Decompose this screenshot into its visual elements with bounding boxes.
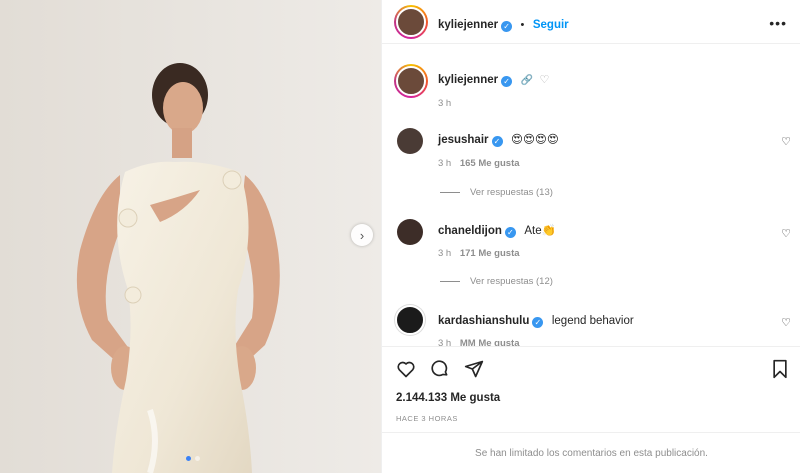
comment-like-count[interactable]: MM Me gusta <box>460 338 520 346</box>
carousel-next-button[interactable]: › <box>351 224 373 246</box>
post-media[interactable]: › <box>0 0 381 473</box>
comment-like-icon[interactable]: ♡ <box>781 227 791 240</box>
comment-like-icon[interactable]: ♡ <box>781 135 791 148</box>
carousel-indicator <box>186 456 200 461</box>
verified-icon: ✓ <box>532 317 544 328</box>
verified-icon: ✓ <box>504 227 516 238</box>
share-icon[interactable] <box>464 359 484 379</box>
heart-outline-icon[interactable]: ♡ <box>539 74 549 86</box>
post-sidebar: kyliejenner ✓ • Seguir ••• kyliejenner ✓ 🔗… <box>381 0 800 473</box>
comment-item: jesushair ✓ 😍😍😍😍 3 h 165 Me gusta ♡ Ver r… <box>382 123 800 203</box>
comment-text: legend behavior <box>551 315 634 327</box>
caption-avatar[interactable] <box>394 64 428 98</box>
comment-item: chaneldijon ✓ Ate👏 3 h 171 Me gusta ♡ Ver… <box>382 215 800 295</box>
caption-time: 3 h <box>438 98 452 109</box>
like-icon[interactable] <box>396 359 416 379</box>
comment-like-count[interactable]: 165 Me gusta <box>460 158 520 169</box>
link-icon: 🔗 <box>520 75 533 86</box>
author-avatar[interactable] <box>394 5 428 39</box>
comment-like-count[interactable]: 171 Me gusta <box>460 248 520 259</box>
comment-icon[interactable] <box>430 359 450 379</box>
carousel-dot <box>195 456 200 461</box>
post-timestamp[interactable]: HACE 3 HORAS <box>396 414 458 423</box>
carousel-dot-active <box>186 456 191 461</box>
chevron-right-icon: › <box>359 227 365 243</box>
comment-username[interactable]: chaneldijon <box>438 225 502 237</box>
verified-icon: ✓ <box>501 21 513 32</box>
commenter-avatar[interactable] <box>397 128 423 154</box>
comment-username[interactable]: kardashianshulu <box>438 315 529 327</box>
comment-time: 3 h <box>438 158 452 169</box>
post-header: kyliejenner ✓ • Seguir ••• <box>382 0 800 44</box>
like-count[interactable]: 2.144.133 Me gusta <box>396 392 500 404</box>
comment-time: 3 h <box>438 248 452 259</box>
caption: kyliejenner ✓ 🔗 ♡ 3 h <box>382 58 800 118</box>
comment-time: 3 h <box>438 338 452 346</box>
comment-like-icon[interactable]: ♡ <box>781 316 791 329</box>
commenter-avatar[interactable] <box>397 219 423 245</box>
post-photo <box>0 0 381 473</box>
comment-text: 😍😍😍😍 <box>510 134 559 146</box>
commenter-avatar[interactable] <box>395 305 425 335</box>
comment-item: kardashianshulu ✓ legend behavior 3 h MM … <box>382 302 800 346</box>
view-replies[interactable]: Ver respuestas (12) <box>440 276 553 287</box>
comment-text: Ate👏 <box>524 225 556 237</box>
comment-username[interactable]: jesushair <box>438 134 489 146</box>
verified-icon: ✓ <box>491 136 503 147</box>
follow-button[interactable]: Seguir <box>533 19 569 31</box>
view-replies-label[interactable]: Ver respuestas (12) <box>470 276 553 287</box>
bookmark-icon[interactable] <box>771 359 789 379</box>
caption-username[interactable]: kyliejenner <box>438 74 498 86</box>
view-replies[interactable]: Ver respuestas (13) <box>440 187 553 198</box>
verified-icon: ✓ <box>501 76 513 87</box>
comments-limited-notice: Se han limitado los comentarios en esta … <box>382 432 800 473</box>
more-horizontal-icon[interactable]: ••• <box>769 15 787 31</box>
view-replies-label[interactable]: Ver respuestas (13) <box>470 187 553 198</box>
author-username[interactable]: kyliejenner <box>438 19 498 31</box>
